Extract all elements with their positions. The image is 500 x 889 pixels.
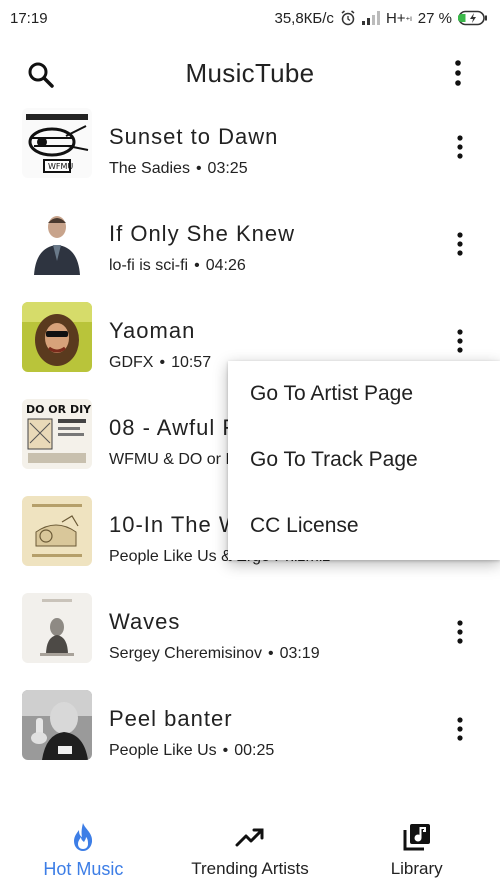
separator-dot: • (159, 354, 166, 371)
menu-item-artist-page[interactable]: Go To Artist Page (228, 361, 500, 427)
nav-label: Trending Artists (191, 859, 309, 878)
library-music-icon (402, 819, 432, 855)
track-thumbnail (22, 205, 92, 275)
app-bar: MusicTube (0, 36, 500, 110)
track-artist: Sergey Cheremisinov (109, 645, 262, 662)
track-subtitle: lo-fi is sci-fi • 04:26 (109, 257, 246, 275)
svg-text:DO OR DIY: DO OR DIY (26, 403, 92, 416)
track-artist: GDFX (109, 354, 154, 371)
track-duration: 03:19 (279, 645, 320, 662)
track-thumbnail: DO OR DIY (22, 399, 92, 469)
track-options-icon[interactable] (448, 326, 472, 356)
track-duration: 00:25 (234, 742, 275, 759)
track-duration: 10:57 (171, 354, 212, 371)
battery-level: 27 % (417, 9, 452, 27)
svg-text:WFMU: WFMU (48, 162, 73, 171)
separator-dot: • (222, 742, 229, 759)
track-artist: The Sadies (109, 160, 190, 177)
track-title: Peel banter (109, 706, 233, 731)
track-thumbnail: WFMU (22, 108, 92, 178)
menu-item-track-page[interactable]: Go To Track Page (228, 427, 500, 493)
track-row[interactable]: Waves Sergey Cheremisinov • 03:19 (0, 587, 500, 684)
track-duration: 04:26 (205, 257, 246, 274)
status-indicators: 35,8КБ/с H+⁺ᴵ 27 % (274, 10, 488, 27)
menu-item-cc-license[interactable]: CC License (228, 493, 500, 559)
network-type: H+⁺ᴵ (385, 9, 412, 27)
track-subtitle: GDFX • 10:57 (109, 354, 211, 372)
app-title: MusicTube (185, 57, 315, 88)
track-subtitle: The Sadies • 03:25 (109, 160, 248, 178)
track-title: If Only She Knew (109, 221, 295, 246)
nav-label: Hot Music (43, 859, 124, 879)
nav-hot-music[interactable]: Hot Music (0, 809, 167, 889)
nav-label: Library (390, 859, 443, 878)
track-artist: lo-fi is sci-fi (109, 257, 189, 274)
track-artist: WFMU & DO or D (109, 451, 237, 468)
status-time: 17:19 (10, 9, 48, 27)
nav-trending-artists[interactable]: Trending Artists (167, 809, 334, 889)
trending-up-icon (235, 819, 265, 855)
track-row[interactable]: Peel banter People Like Us • 00:25 (0, 684, 500, 781)
track-options-icon[interactable] (448, 132, 472, 162)
track-options-icon[interactable] (448, 714, 472, 744)
track-thumbnail (22, 496, 92, 566)
track-subtitle: Sergey Cheremisinov • 03:19 (109, 645, 320, 663)
network-speed: 35,8КБ/с (274, 9, 334, 27)
track-subtitle: People Like Us • 00:25 (109, 742, 274, 760)
track-options-menu: Go To Artist Page Go To Track Page CC Li… (228, 361, 500, 560)
track-row[interactable]: WFMU Sunset to Dawn The Sadies • 03:25 (0, 102, 500, 199)
track-duration: 03:25 (207, 160, 248, 177)
signal-bars-icon (361, 11, 380, 25)
status-bar: 17:19 35,8КБ/с H+⁺ᴵ 27 % (0, 0, 500, 36)
track-title: 08 - Awful F (109, 415, 237, 440)
overflow-menu-icon[interactable] (446, 58, 470, 88)
separator-dot: • (194, 257, 200, 274)
battery-charging-icon (458, 10, 488, 26)
track-options-icon[interactable] (448, 617, 472, 647)
track-artist: People Like Us (109, 742, 217, 759)
track-thumbnail (22, 302, 92, 372)
track-title: Waves (109, 609, 181, 634)
separator-dot: • (267, 645, 274, 662)
track-title: 10-In The W (109, 512, 241, 537)
search-icon[interactable] (26, 60, 56, 90)
nav-library[interactable]: Library (333, 809, 500, 889)
flame-icon (71, 819, 95, 855)
track-thumbnail (22, 593, 92, 663)
track-options-icon[interactable] (448, 229, 472, 259)
track-title: Yaoman (109, 318, 196, 343)
bottom-navigation: Hot Music Trending Artists Library (0, 809, 500, 889)
track-subtitle: WFMU & DO or D (109, 451, 237, 469)
alarm-icon (340, 10, 356, 26)
track-thumbnail (22, 690, 92, 760)
track-row[interactable]: If Only She Knew lo-fi is sci-fi • 04:26 (0, 199, 500, 296)
track-title: Sunset to Dawn (109, 124, 279, 149)
separator-dot: • (195, 160, 202, 177)
